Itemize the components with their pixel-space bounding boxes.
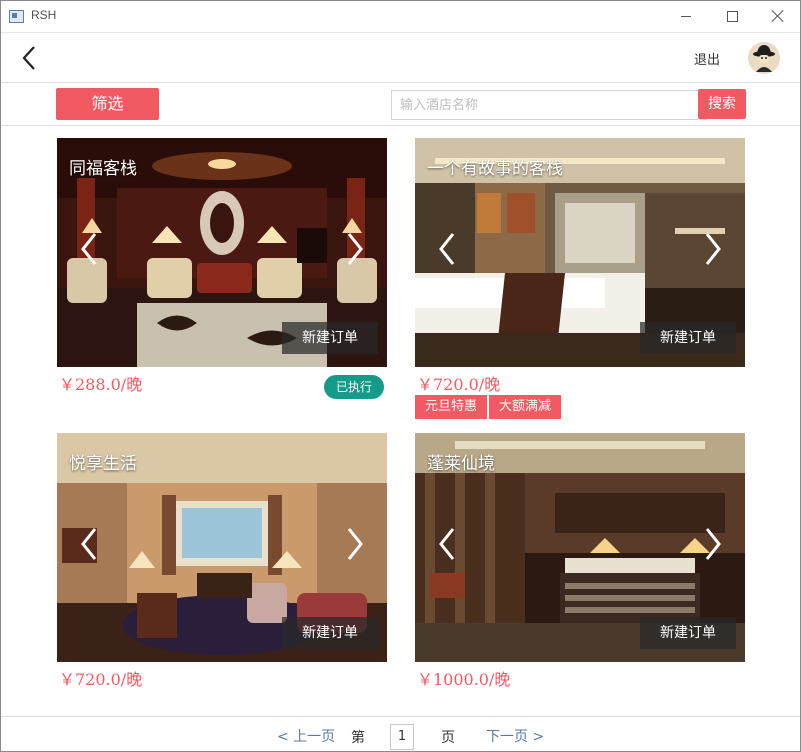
carousel-next-icon[interactable] xyxy=(345,232,365,266)
page-number-input[interactable]: 1 xyxy=(390,724,414,750)
carousel-prev-icon[interactable] xyxy=(437,232,457,266)
hotel-card: 悦享生活 新建订单 ￥720.0/晚 xyxy=(57,433,387,689)
hotel-price: ￥720.0/晚 xyxy=(59,670,143,689)
promotion-tags: 元旦特惠 大额满减 xyxy=(415,395,563,419)
hotel-price: ￥720.0/晚 xyxy=(417,375,501,394)
status-badge: 已执行 xyxy=(324,375,384,399)
close-button[interactable] xyxy=(755,1,801,32)
filter-button[interactable]: 筛选 xyxy=(56,88,159,120)
app-window: RSH 退出 筛选 搜索 xyxy=(0,0,801,752)
page-suffix-label: 页 xyxy=(441,730,455,746)
hotel-price: ￥288.0/晚 xyxy=(59,375,143,394)
carousel-prev-icon[interactable] xyxy=(79,527,99,561)
search-toolbar: 筛选 搜索 xyxy=(1,83,800,126)
carousel-next-icon[interactable] xyxy=(703,232,723,266)
search-button[interactable]: 搜索 xyxy=(698,89,746,119)
hotel-card: 一个有故事的客栈 新建订单 ￥720.0/晚 元旦特惠 大额满减 xyxy=(415,138,745,419)
page-prefix-label: 第 xyxy=(351,730,365,746)
maximize-icon xyxy=(727,11,738,22)
maximize-button[interactable] xyxy=(709,1,755,32)
promotion-tag: 大额满减 xyxy=(489,395,562,419)
close-icon xyxy=(771,9,785,23)
carousel-next-icon[interactable] xyxy=(703,527,723,561)
back-chevron-left-icon[interactable] xyxy=(19,45,41,71)
user-avatar-icon xyxy=(748,42,780,74)
hotel-price: ￥1000.0/晚 xyxy=(417,670,511,689)
header-bar: 退出 xyxy=(1,33,800,83)
pagination: < 上一页 第 1 页 下一页 > xyxy=(1,716,800,752)
prev-page-link[interactable]: < 上一页 xyxy=(277,726,335,746)
new-order-button[interactable]: 新建订单 xyxy=(640,617,736,649)
new-order-button[interactable]: 新建订单 xyxy=(282,322,378,354)
minimize-button[interactable] xyxy=(663,1,709,32)
title-bar: RSH xyxy=(1,1,800,33)
new-order-button[interactable]: 新建订单 xyxy=(640,322,736,354)
hotel-name: 同福客栈 xyxy=(69,159,137,179)
app-icon xyxy=(9,10,24,23)
hotel-search-input[interactable] xyxy=(391,90,707,120)
hotel-card: 同福客栈 新建订单 ￥288.0/晚 已执行 xyxy=(57,138,387,399)
new-order-button[interactable]: 新建订单 xyxy=(282,617,378,649)
hotel-photo: 蓬莱仙境 新建订单 xyxy=(415,433,745,662)
carousel-next-icon[interactable] xyxy=(345,527,365,561)
next-page-link[interactable]: 下一页 > xyxy=(486,726,544,746)
minimize-icon xyxy=(681,16,691,17)
avatar[interactable] xyxy=(748,42,780,74)
hotel-card: 蓬莱仙境 新建订单 ￥1000.0/晚 xyxy=(415,433,745,689)
carousel-prev-icon[interactable] xyxy=(79,232,99,266)
window-title: RSH xyxy=(31,8,57,22)
promotion-tag: 元旦特惠 xyxy=(415,395,488,419)
hotel-photo: 同福客栈 新建订单 xyxy=(57,138,387,367)
hotel-name: 悦享生活 xyxy=(69,454,137,474)
hotel-name: 一个有故事的客栈 xyxy=(427,159,563,179)
hotel-photo: 一个有故事的客栈 新建订单 xyxy=(415,138,745,367)
hotel-photo: 悦享生活 新建订单 xyxy=(57,433,387,662)
carousel-prev-icon[interactable] xyxy=(437,527,457,561)
hotel-name: 蓬莱仙境 xyxy=(427,454,495,474)
logout-button[interactable]: 退出 xyxy=(694,49,720,68)
